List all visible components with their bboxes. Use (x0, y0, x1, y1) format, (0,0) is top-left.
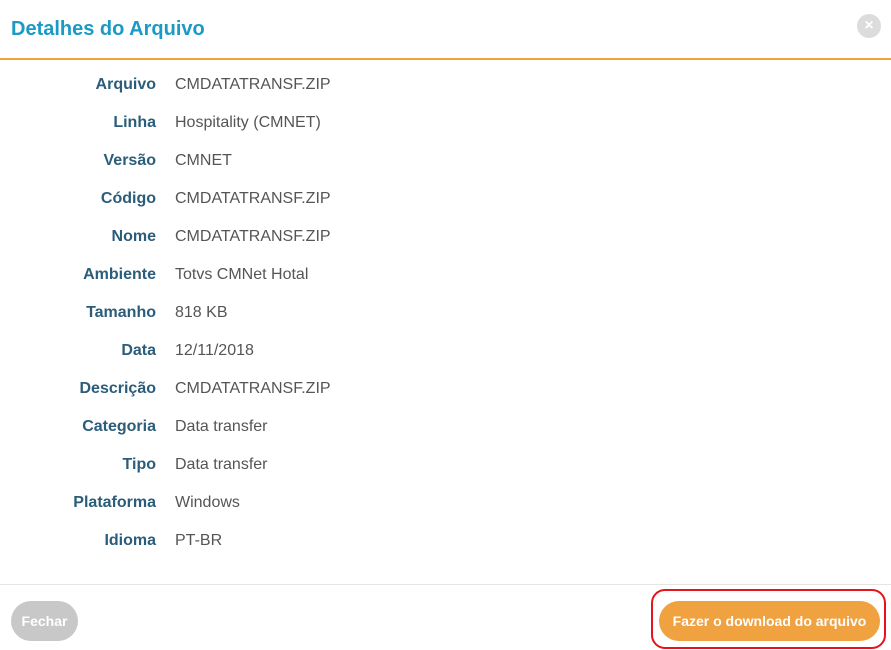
detail-value: PT-BR (175, 532, 223, 549)
detail-label: Nome (111, 228, 156, 245)
detail-row-descricao: Descrição CMDATATRANSF.ZIP (0, 370, 891, 408)
modal-header: Detalhes do Arquivo × (0, 0, 891, 60)
modal-footer: Fechar Fazer o download do arquivo (0, 584, 891, 650)
detail-value: CMDATATRANSF.ZIP (175, 190, 331, 207)
detail-label: Idioma (104, 532, 156, 549)
detail-row-data: Data 12/11/2018 (0, 332, 891, 370)
detail-label: Código (100, 190, 156, 207)
detail-row-codigo: Código CMDATATRANSF.ZIP (0, 180, 891, 218)
detail-value: 818 KB (175, 304, 228, 321)
detail-value: CMDATATRANSF.ZIP (175, 76, 331, 93)
detail-value: Data transfer (175, 456, 268, 473)
detail-row-nome: Nome CMDATATRANSF.ZIP (0, 218, 891, 256)
detail-row-versao: Versão CMNET (0, 142, 891, 180)
detail-label: Descrição (79, 380, 157, 397)
details-list: Arquivo CMDATATRANSF.ZIP Linha Hospitali… (0, 66, 891, 560)
detail-label: Data (121, 342, 156, 359)
detail-label: Arquivo (95, 76, 156, 93)
detail-label: Categoria (82, 418, 156, 435)
detail-label: Versão (103, 152, 156, 169)
detail-value: CMNET (175, 152, 232, 169)
detail-value: Windows (175, 494, 240, 511)
detail-label: Ambiente (83, 266, 156, 283)
detail-row-tipo: Tipo Data transfer (0, 446, 891, 484)
close-button[interactable]: Fechar (11, 601, 78, 641)
file-details-modal: Detalhes do Arquivo × Arquivo CMDATATRAN… (0, 0, 891, 650)
detail-value: 12/11/2018 (175, 342, 254, 359)
detail-label: Tipo (122, 456, 156, 473)
download-file-button[interactable]: Fazer o download do arquivo (659, 601, 880, 641)
close-icon[interactable]: × (857, 14, 881, 38)
modal-title: Detalhes do Arquivo (11, 18, 205, 40)
detail-row-ambiente: Ambiente Totvs CMNet Hotal (0, 256, 891, 294)
detail-row-plataforma: Plataforma Windows (0, 484, 891, 522)
detail-value: Hospitality (CMNET) (175, 114, 321, 131)
detail-label: Tamanho (86, 304, 156, 321)
detail-row-idioma: Idioma PT-BR (0, 522, 891, 560)
detail-row-linha: Linha Hospitality (CMNET) (0, 104, 891, 142)
detail-value: Data transfer (175, 418, 268, 435)
detail-label: Linha (113, 114, 156, 131)
detail-value: Totvs CMNet Hotal (175, 266, 309, 283)
detail-value: CMDATATRANSF.ZIP (175, 228, 331, 245)
detail-label: Plataforma (73, 494, 156, 511)
detail-row-categoria: Categoria Data transfer (0, 408, 891, 446)
detail-row-arquivo: Arquivo CMDATATRANSF.ZIP (0, 66, 891, 104)
detail-row-tamanho: Tamanho 818 KB (0, 294, 891, 332)
detail-value: CMDATATRANSF.ZIP (175, 380, 331, 397)
